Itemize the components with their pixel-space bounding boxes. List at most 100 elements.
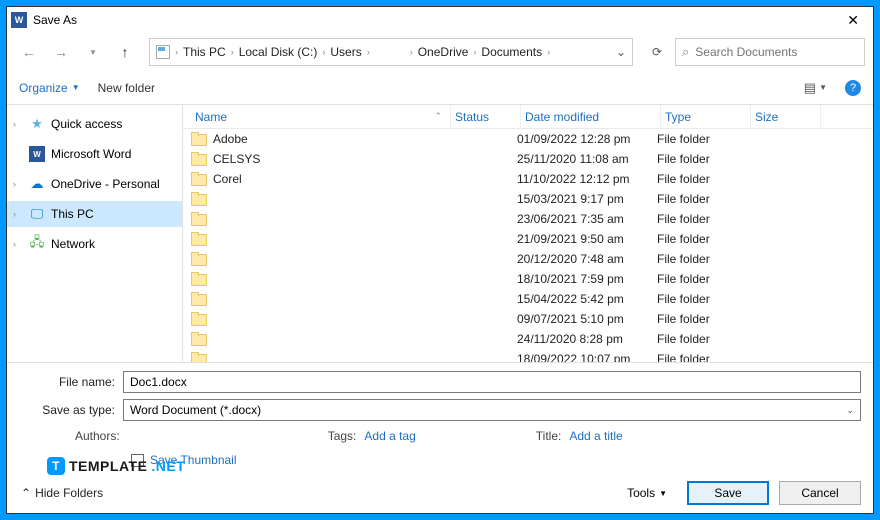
file-row[interactable]: 21/09/2021 9:50 amFile folder <box>183 229 873 249</box>
sidebar-item-label: This PC <box>51 207 94 221</box>
sidebar-item-this-pc[interactable]: › 🖵 This PC <box>7 201 182 227</box>
file-name-label: File name: <box>21 375 123 389</box>
file-date: 01/09/2022 12:28 pm <box>517 132 657 146</box>
add-title-link[interactable]: Add a title <box>569 429 622 443</box>
file-row[interactable]: Corel11/10/2022 12:12 pmFile folder <box>183 169 873 189</box>
file-row[interactable]: 18/09/2022 10:07 pmFile folder <box>183 349 873 362</box>
file-date: 18/10/2021 7:59 pm <box>517 272 657 286</box>
nav-forward-icon[interactable]: → <box>47 38 75 66</box>
organize-menu[interactable]: Organize ▼ <box>19 81 80 95</box>
expand-icon: › <box>13 239 23 249</box>
file-row[interactable]: Adobe01/09/2022 12:28 pmFile folder <box>183 129 873 149</box>
file-name-input[interactable] <box>123 371 861 393</box>
word-icon: W <box>29 146 45 162</box>
save-type-label: Save as type: <box>21 403 123 417</box>
net-icon: 🖧 <box>29 236 45 252</box>
folder-icon <box>191 312 207 326</box>
sidebar-item-label: Microsoft Word <box>51 147 131 161</box>
organize-label: Organize <box>19 81 68 95</box>
col-status[interactable]: Status <box>451 105 521 128</box>
file-row[interactable]: 24/11/2020 8:28 pmFile folder <box>183 329 873 349</box>
search-box[interactable]: ⌕ <box>675 38 865 66</box>
file-name: Corel <box>213 172 447 186</box>
col-size[interactable]: Size <box>751 105 821 128</box>
sidebar-item-label: OneDrive - Personal <box>51 177 160 191</box>
save-button[interactable]: Save <box>687 481 769 505</box>
authors-label: Authors: <box>75 429 120 443</box>
file-date: 23/06/2021 7:35 am <box>517 212 657 226</box>
file-date: 18/09/2022 10:07 pm <box>517 352 657 362</box>
add-tag-link[interactable]: Add a tag <box>364 429 415 443</box>
save-type-value: Word Document (*.docx) <box>130 403 261 417</box>
search-icon: ⌕ <box>682 44 689 60</box>
qa-icon: ★ <box>29 116 45 132</box>
sidebar-item-quick-access[interactable]: ›★Quick access <box>7 111 182 137</box>
breadcrumb-drive[interactable]: Local Disk (C:) <box>239 45 318 59</box>
file-type: File folder <box>657 172 747 186</box>
title-label: Title: <box>536 429 562 443</box>
breadcrumb-documents[interactable]: Documents <box>481 45 542 59</box>
hide-folders-button[interactable]: ⌃ Hide Folders <box>21 486 103 500</box>
file-row[interactable]: 23/06/2021 7:35 amFile folder <box>183 209 873 229</box>
file-date: 15/03/2021 9:17 pm <box>517 192 657 206</box>
breadcrumb-bar[interactable]: › This PC› Local Disk (C:)› Users› › One… <box>149 38 633 66</box>
sidebar-item-onedrive-personal[interactable]: › ☁ OneDrive - Personal <box>7 171 182 197</box>
tags-label: Tags: <box>328 429 357 443</box>
breadcrumb-this-pc[interactable]: This PC <box>183 45 226 59</box>
file-date: 15/04/2022 5:42 pm <box>517 292 657 306</box>
folder-icon <box>191 272 207 286</box>
file-row[interactable]: 20/12/2020 7:48 amFile folder <box>183 249 873 269</box>
tools-menu[interactable]: Tools ▼ <box>627 486 667 500</box>
nav-back-icon[interactable]: ← <box>15 38 43 66</box>
folder-icon <box>191 192 207 206</box>
save-type-select[interactable]: Word Document (*.docx) ⌄ <box>123 399 861 421</box>
pc-icon: 🖵 <box>29 206 45 222</box>
expand-icon: › <box>13 179 23 189</box>
breadcrumb-onedrive[interactable]: OneDrive <box>418 45 469 59</box>
metadata-row: Authors: Tags: Add a tag Title: Add a titl… <box>21 429 861 443</box>
breadcrumb-users[interactable]: Users <box>330 45 361 59</box>
recent-chevron-icon[interactable]: ▾ <box>79 38 107 66</box>
nav-up-icon[interactable]: ↑ <box>111 38 139 66</box>
od-icon: ☁ <box>29 176 45 192</box>
file-type: File folder <box>657 292 747 306</box>
file-type: File folder <box>657 272 747 286</box>
col-name[interactable]: Name⌃ <box>191 105 451 128</box>
window-title: Save As <box>33 13 77 27</box>
col-type[interactable]: Type <box>661 105 751 128</box>
close-icon[interactable]: ✕ <box>837 12 869 29</box>
nav-row: ← → ▾ ↑ › This PC› Local Disk (C:)› User… <box>7 33 873 71</box>
new-folder-button[interactable]: New folder <box>98 81 155 95</box>
expand-icon: › <box>13 119 23 129</box>
file-name: Adobe <box>213 132 447 146</box>
folder-icon <box>191 352 207 362</box>
file-date: 21/09/2021 9:50 am <box>517 232 657 246</box>
breadcrumb-dropdown-icon[interactable]: ⌄ <box>616 45 626 59</box>
file-row[interactable]: 15/03/2021 9:17 pmFile folder <box>183 189 873 209</box>
sidebar-item-network[interactable]: ›🖧Network <box>7 231 182 257</box>
view-options-button[interactable]: ▤ ▼ <box>804 80 827 96</box>
file-row[interactable]: 18/10/2021 7:59 pmFile folder <box>183 269 873 289</box>
file-row[interactable]: 09/07/2021 5:10 pmFile folder <box>183 309 873 329</box>
cancel-button[interactable]: Cancel <box>779 481 861 505</box>
sidebar-item-microsoft-word[interactable]: W Microsoft Word <box>7 141 182 167</box>
file-type: File folder <box>657 332 747 346</box>
file-date: 20/12/2020 7:48 am <box>517 252 657 266</box>
expand-icon: › <box>13 209 23 219</box>
word-app-icon: W <box>11 12 27 28</box>
watermark: T TEMPLATE.NET <box>47 457 185 475</box>
refresh-icon[interactable]: ⟳ <box>643 38 671 66</box>
file-type: File folder <box>657 152 747 166</box>
file-row[interactable]: CELSYS25/11/2020 11:08 amFile folder <box>183 149 873 169</box>
col-date[interactable]: Date modified <box>521 105 661 128</box>
sort-asc-icon: ⌃ <box>434 111 442 122</box>
file-date: 25/11/2020 11:08 am <box>517 152 657 166</box>
help-icon[interactable]: ? <box>845 80 861 96</box>
folder-icon <box>191 152 207 166</box>
search-input[interactable] <box>695 45 858 59</box>
chevron-down-icon: ⌄ <box>846 405 854 416</box>
file-row[interactable]: 15/04/2022 5:42 pmFile folder <box>183 289 873 309</box>
folder-icon <box>191 252 207 266</box>
watermark-icon: T <box>47 457 65 475</box>
file-list[interactable]: Adobe01/09/2022 12:28 pmFile folderCELSY… <box>183 129 873 362</box>
